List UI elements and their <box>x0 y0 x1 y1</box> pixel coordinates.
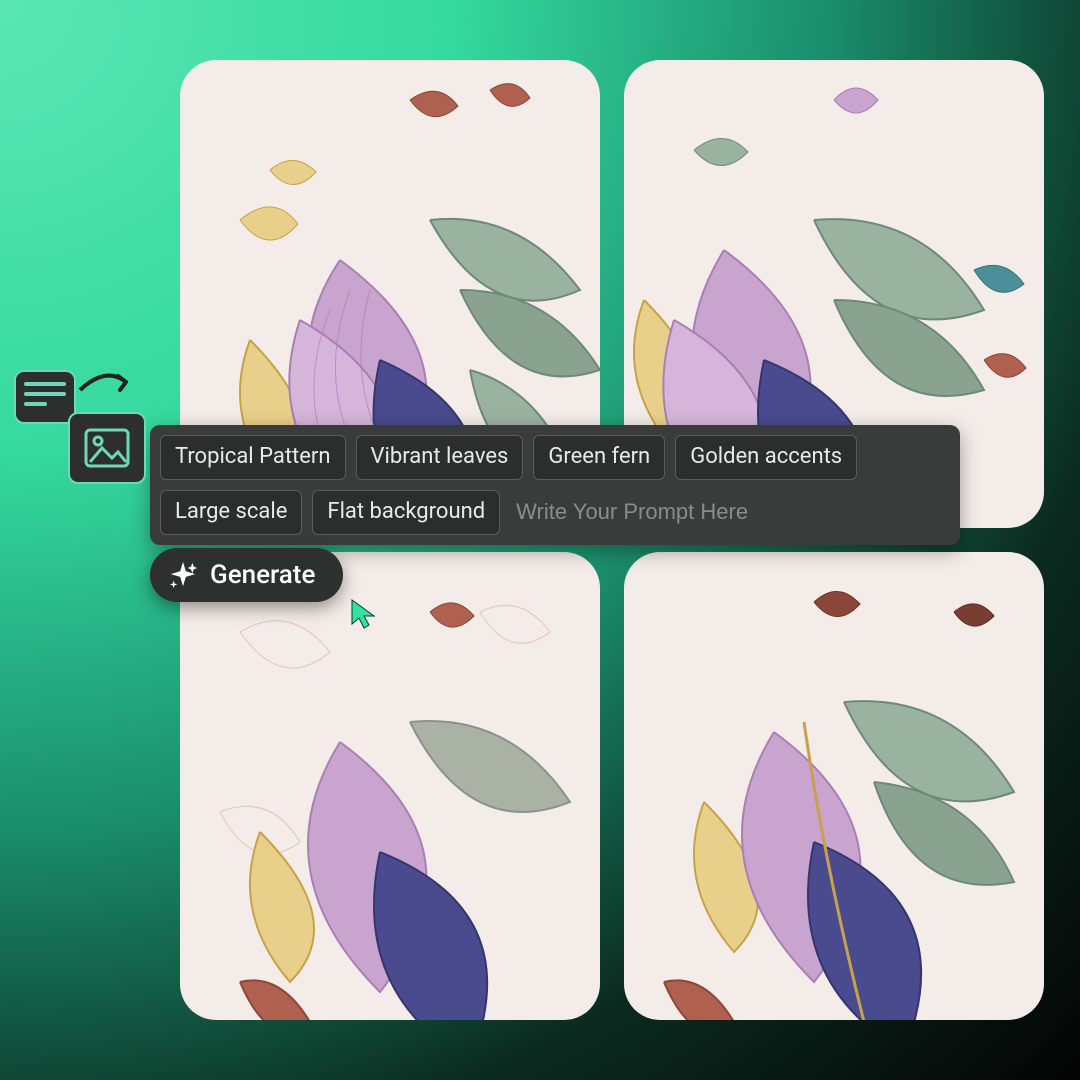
arrow-icon <box>76 364 136 404</box>
document-icon <box>14 370 76 424</box>
generate-label: Generate <box>210 560 315 590</box>
prompt-chip[interactable]: Golden accents <box>675 435 857 480</box>
prompt-input[interactable] <box>510 493 950 531</box>
prompt-chip[interactable]: Tropical Pattern <box>160 435 346 480</box>
image-icon <box>68 412 146 484</box>
prompt-chip[interactable]: Large scale <box>160 490 302 535</box>
generate-button[interactable]: Generate <box>150 548 343 602</box>
prompt-bar: Tropical Pattern Vibrant leaves Green fe… <box>150 425 960 545</box>
prompt-chip[interactable]: Vibrant leaves <box>356 435 524 480</box>
prompt-chip[interactable]: Green fern <box>533 435 665 480</box>
result-tile[interactable] <box>180 552 600 1020</box>
text-to-image-icon <box>14 370 154 500</box>
sparkle-icon <box>168 560 198 590</box>
cursor-icon <box>350 598 378 630</box>
prompt-chip[interactable]: Flat background <box>312 490 500 535</box>
result-tile[interactable] <box>624 552 1044 1020</box>
